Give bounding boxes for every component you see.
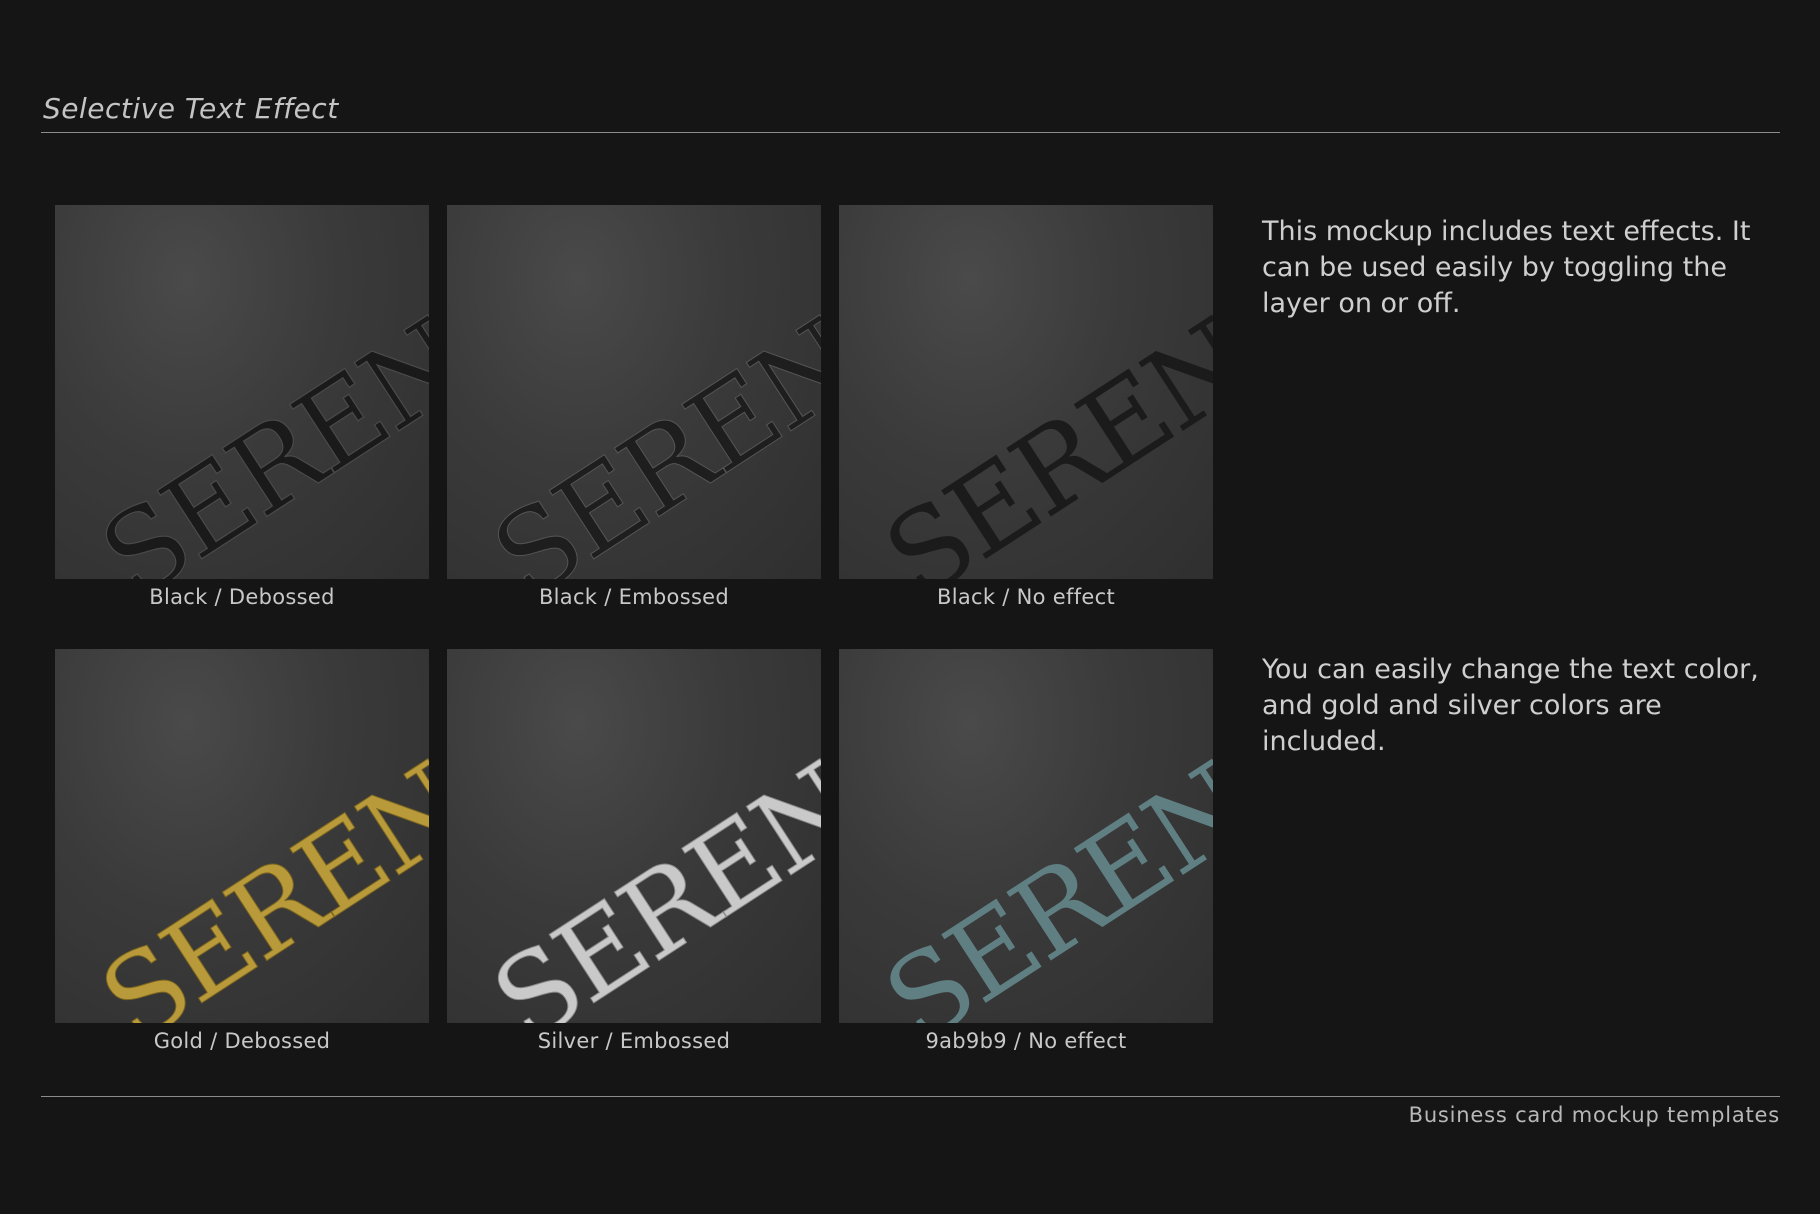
page-title: Selective Text Effect	[43, 92, 339, 125]
card-word: SERENE	[863, 254, 1213, 579]
card-preview: SERENE	[839, 649, 1213, 1023]
card-word: SERENE	[471, 254, 821, 579]
tile-caption: Black / No effect	[937, 585, 1115, 609]
tile-teal-no-effect: SERENE 9ab9b9 / No effect	[839, 649, 1213, 1053]
card-word-art: SERENE	[79, 253, 429, 579]
tile-caption: 9ab9b9 / No effect	[925, 1029, 1127, 1053]
tile-black-debossed: SERENE Black / Debossed	[55, 205, 429, 609]
card-word: SERENE	[471, 698, 821, 1023]
card-word: SERENE	[79, 254, 429, 579]
color-options-description: You can easily change the text color, an…	[1262, 654, 1759, 757]
tile-caption: Black / Debossed	[149, 585, 335, 609]
tile-gold-debossed: SERENE Gold / Debossed	[55, 649, 429, 1053]
card-word: SERENE	[79, 698, 429, 1023]
card-preview: SERENE	[447, 649, 821, 1023]
card-word: SERENE	[863, 698, 1213, 1023]
card-preview: SERENE	[55, 649, 429, 1023]
card-word-art: SERENE	[863, 254, 1213, 579]
card-word-art: SERENE	[471, 253, 821, 579]
card-preview: SERENE	[55, 205, 429, 579]
card-word-art: SERENE	[471, 697, 821, 1023]
card-word-art: SERENE	[79, 697, 429, 1023]
tile-black-no-effect: SERENE Black / No effect	[839, 205, 1213, 609]
tile-silver-embossed: SERENE Silver / Embossed	[447, 649, 821, 1053]
card-word-art: SERENE	[863, 698, 1213, 1023]
tile-caption: Gold / Debossed	[153, 1029, 331, 1053]
footer-caption: Business card mockup templates	[1408, 1103, 1780, 1127]
tile-caption: Silver / Embossed	[537, 1029, 731, 1053]
card-preview: SERENE	[447, 205, 821, 579]
header-divider	[41, 132, 1780, 133]
tile-caption: Black / Embossed	[538, 585, 730, 609]
text-effects-description: This mockup includes text effects. It ca…	[1262, 216, 1751, 319]
card-preview: SERENE	[839, 205, 1213, 579]
footer-divider	[41, 1096, 1780, 1097]
tile-black-embossed: SERENE Black / Embossed	[447, 205, 821, 609]
